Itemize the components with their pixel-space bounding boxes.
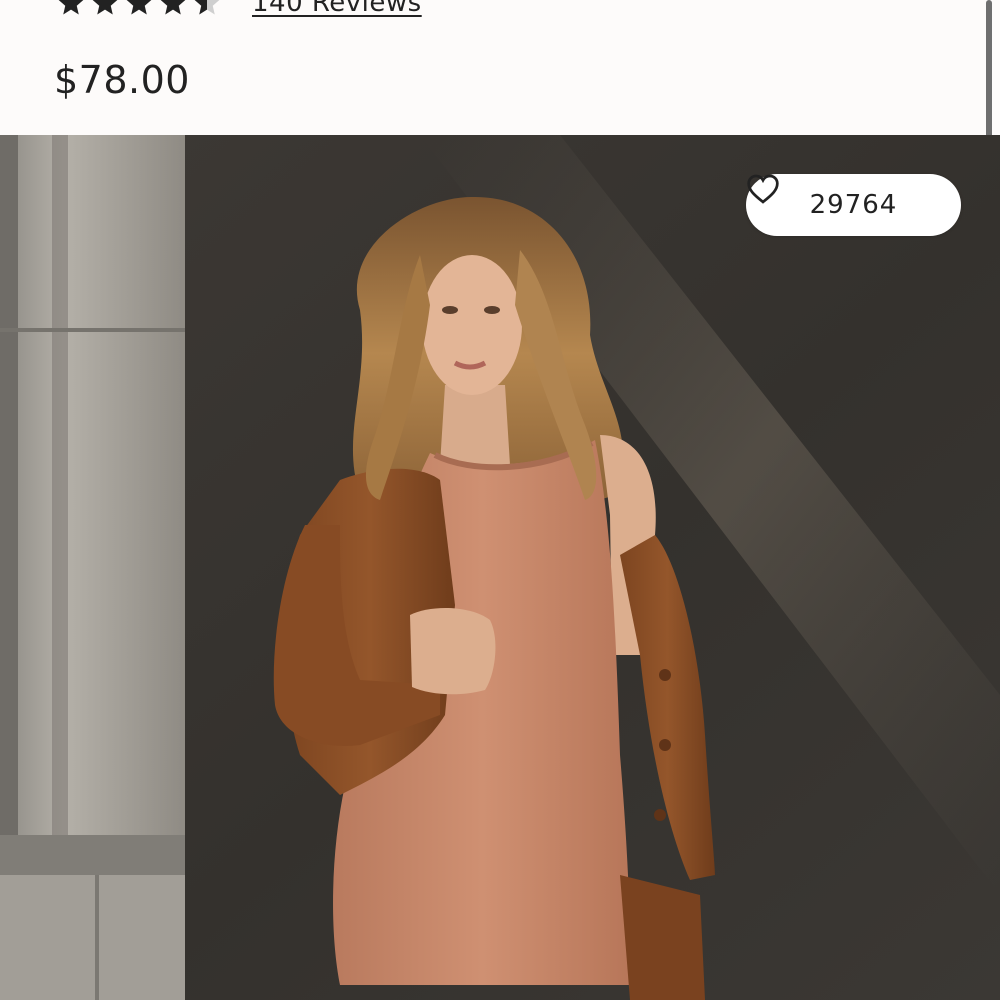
scrollbar[interactable] xyxy=(986,0,992,150)
star-icon xyxy=(92,0,118,15)
product-page: 140 Reviews $78.00 29764 xyxy=(0,0,1000,1000)
star-icon xyxy=(160,0,186,15)
star-icon xyxy=(58,0,84,15)
reviews-link[interactable]: 140 Reviews xyxy=(252,0,422,18)
product-image[interactable]: 29764 xyxy=(0,135,1000,1000)
favorite-button[interactable]: 29764 xyxy=(746,174,961,236)
half-star-icon xyxy=(194,0,220,15)
product-summary: 140 Reviews $78.00 xyxy=(0,0,1000,150)
product-price: $78.00 xyxy=(54,58,190,102)
favorites-count: 29764 xyxy=(809,190,898,220)
product-photo-illustration xyxy=(0,135,1000,1000)
star-icon xyxy=(126,0,152,15)
rating-row: 140 Reviews xyxy=(56,0,422,18)
star-rating xyxy=(56,0,222,18)
heart-icon xyxy=(747,174,779,204)
